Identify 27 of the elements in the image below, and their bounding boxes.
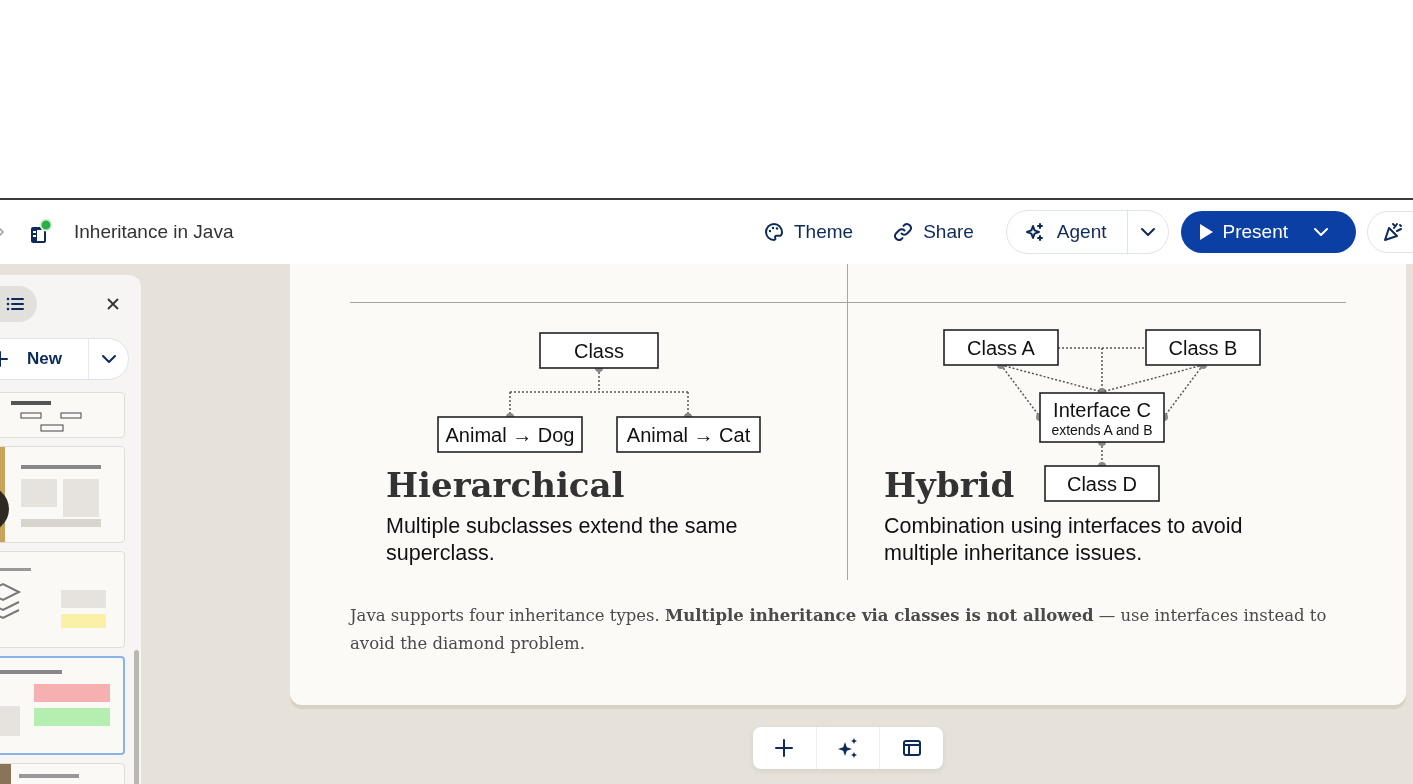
footer-note: Java supports four inheritance types. Multiple inheritance via classes is not allowed — use interfaces instead to avoid the diamond problem. — [347, 605, 1328, 655]
class-node: Animal → Dog — [437, 416, 583, 453]
section-heading: Hybrid — [884, 465, 1015, 505]
class-node: Animal → Cat — [616, 416, 761, 453]
plus-icon — [774, 738, 795, 758]
layout-icon — [901, 738, 922, 758]
class-node: Class A — [943, 329, 1059, 366]
class-node: Class B — [1145, 329, 1261, 366]
scrollbar-thumb[interactable] — [134, 650, 139, 784]
description-text: Combination using interfaces to avoid multiple inheritance issues. — [884, 513, 1244, 567]
party-popper-icon — [1382, 221, 1404, 243]
list-icon — [6, 296, 24, 312]
section-heading: Hierarchical — [386, 465, 625, 505]
sparkle-icon — [837, 737, 859, 759]
link-icon — [893, 222, 914, 242]
app-icon[interactable] — [29, 219, 55, 245]
class-node: Class — [539, 332, 659, 369]
share-button[interactable]: Share — [885, 212, 982, 252]
document-title[interactable]: Inheritance in Java — [74, 221, 234, 243]
description-text: Multiple subclasses extend the same superclass. — [386, 513, 739, 567]
theme-button[interactable]: Theme — [756, 212, 862, 252]
present-button[interactable]: Present — [1180, 211, 1312, 253]
close-icon[interactable] — [106, 297, 120, 311]
sparkle-icon — [1024, 222, 1045, 242]
class-node: Interface C extends A and B — [1039, 392, 1165, 443]
class-node: Class D — [1044, 465, 1160, 502]
palette-icon — [764, 222, 784, 242]
